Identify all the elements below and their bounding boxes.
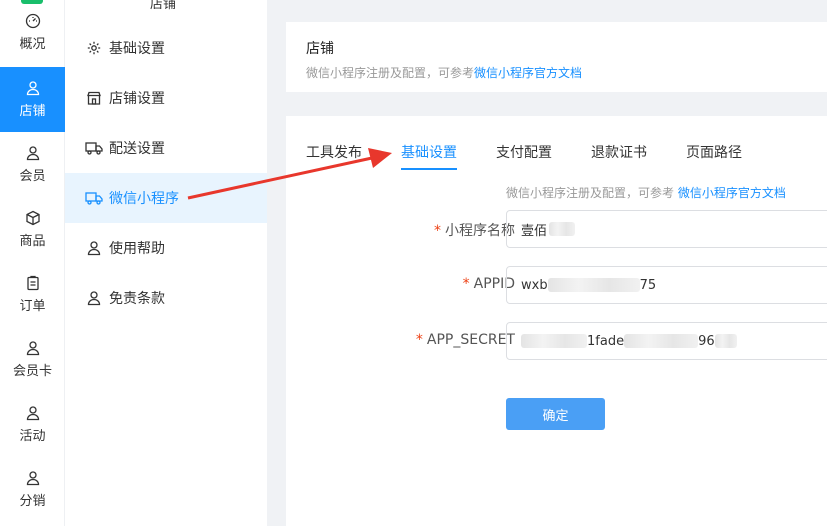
page-description-text: 微信小程序注册及配置，可参考 [306, 66, 475, 80]
rail-item-label: 订单 [19, 299, 46, 314]
redacted-blur [624, 334, 699, 348]
rail-item-label: 概况 [19, 37, 46, 52]
field-label: * 小程序名称 [434, 220, 515, 240]
cube-icon [25, 210, 41, 226]
truck-icon [85, 189, 103, 207]
required-mark: * [434, 223, 441, 239]
rail-item-label: 商品 [19, 234, 46, 249]
redacted-blur [714, 334, 737, 348]
submenu-item-label: 微信小程序 [109, 191, 179, 207]
rail-item-label: 分销 [19, 494, 46, 509]
dashboard-icon [25, 13, 41, 29]
submenu-item-help[interactable]: 使用帮助 [65, 223, 267, 273]
required-mark: * [415, 332, 423, 348]
submenu-item-label: 店铺设置 [109, 91, 165, 107]
user-icon [25, 340, 41, 356]
rail-item-overview[interactable]: 概况 [0, 0, 65, 65]
clipboard-icon [25, 275, 41, 291]
redacted-blur [549, 222, 576, 236]
tab-bar: 工具发布 基础设置 支付配置 退款证书 页面路径 [306, 142, 781, 170]
page-description: 微信小程序注册及配置，可参考微信小程序官方文档 [306, 64, 807, 81]
input-value-part: 96 [698, 333, 715, 349]
user-icon [85, 239, 103, 257]
rail-item-label: 会员 [19, 169, 46, 184]
redacted-blur [547, 278, 640, 292]
form-row-name: * 小程序名称 壹佰 [286, 210, 827, 248]
user-icon [25, 145, 41, 161]
field-label-text: 小程序名称 [445, 223, 515, 239]
tab-basic-settings[interactable]: 基础设置 [401, 142, 457, 170]
form-hint-text: 微信小程序注册及配置，可参考 [506, 186, 675, 200]
rail-item-label: 活动 [19, 429, 46, 444]
rail-item-activities[interactable]: 活动 [0, 392, 65, 457]
page-title: 店铺 [306, 41, 334, 57]
miniprogram-name-input[interactable]: 壹佰 [506, 210, 827, 248]
settings-card: 工具发布 基础设置 支付配置 退款证书 页面路径 微信小程序注册及配置，可参考 … [286, 116, 827, 526]
rail-item-orders[interactable]: 订单 [0, 262, 65, 327]
input-value-prefix: wxb [521, 277, 548, 293]
field-label-text: APP_SECRET [426, 332, 515, 348]
submenu-item-label: 免责条款 [109, 291, 165, 307]
rail-item-products[interactable]: 商品 [0, 197, 65, 262]
docs-link[interactable]: 微信小程序官方文档 [474, 66, 582, 80]
rail-item-distribution[interactable]: 分销 [0, 457, 65, 522]
submenu-item-label: 配送设置 [109, 141, 165, 157]
input-value: 壹佰 [521, 223, 548, 239]
required-mark: * [462, 276, 470, 292]
rail-item-member-card[interactable]: 会员卡 [0, 327, 65, 392]
submenu-item-label: 使用帮助 [109, 241, 165, 257]
appid-input[interactable]: wxb 75 [506, 266, 827, 304]
submenu-item-disclaimer[interactable]: 免责条款 [65, 273, 267, 323]
secondary-menu: 店铺 基础设置 店铺设置 配送设置 微信小程序 使用帮助 免责条款 [65, 0, 267, 526]
submenu-item-delivery-settings[interactable]: 配送设置 [65, 123, 267, 173]
user-icon [25, 405, 41, 421]
tab-payment-config[interactable]: 支付配置 [496, 142, 552, 170]
confirm-button[interactable]: 确定 [506, 398, 605, 430]
input-value-part: 1fade [587, 333, 625, 349]
redacted-blur [521, 334, 587, 348]
main-content: 店铺 微信小程序注册及配置，可参考微信小程序官方文档 工具发布 基础设置 支付配… [267, 0, 827, 526]
submenu-item-wechat-miniprogram[interactable]: 微信小程序 [65, 173, 267, 223]
user-icon [25, 470, 41, 486]
gear-icon [85, 39, 103, 57]
submenu-item-label: 基础设置 [109, 41, 165, 57]
tab-tool-publish[interactable]: 工具发布 [306, 142, 362, 170]
tab-page-path[interactable]: 页面路径 [686, 142, 742, 170]
app-secret-input[interactable]: 1fade 96 [506, 322, 827, 360]
store-icon [85, 89, 103, 107]
primary-nav-rail: 概况 店铺 会员 商品 订单 会员卡 活动 分销 [0, 0, 65, 526]
submenu-item-basic-settings[interactable]: 基础设置 [65, 23, 267, 73]
form-row-app-secret: * APP_SECRET 1fade 96 [286, 322, 827, 360]
submenu-title: 店铺 [150, 0, 177, 12]
truck-icon [85, 139, 103, 157]
docs-link[interactable]: 微信小程序官方文档 [678, 186, 786, 200]
rail-item-label: 会员卡 [12, 364, 52, 379]
submenu-item-store-settings[interactable]: 店铺设置 [65, 73, 267, 123]
rail-item-label: 店铺 [19, 104, 46, 119]
field-label: * APP_SECRET [416, 332, 515, 348]
rail-item-store[interactable]: 店铺 [0, 67, 65, 132]
user-icon [25, 80, 41, 96]
rail-item-members[interactable]: 会员 [0, 132, 65, 197]
form-row-appid: * APPID wxb 75 [286, 266, 827, 304]
form-hint: 微信小程序注册及配置，可参考 微信小程序官方文档 [506, 184, 786, 201]
tab-refund-certificate[interactable]: 退款证书 [591, 142, 647, 170]
input-value-suffix: 75 [639, 277, 657, 293]
user-icon [85, 289, 103, 307]
page-header-card: 店铺 微信小程序注册及配置，可参考微信小程序官方文档 [286, 22, 827, 92]
